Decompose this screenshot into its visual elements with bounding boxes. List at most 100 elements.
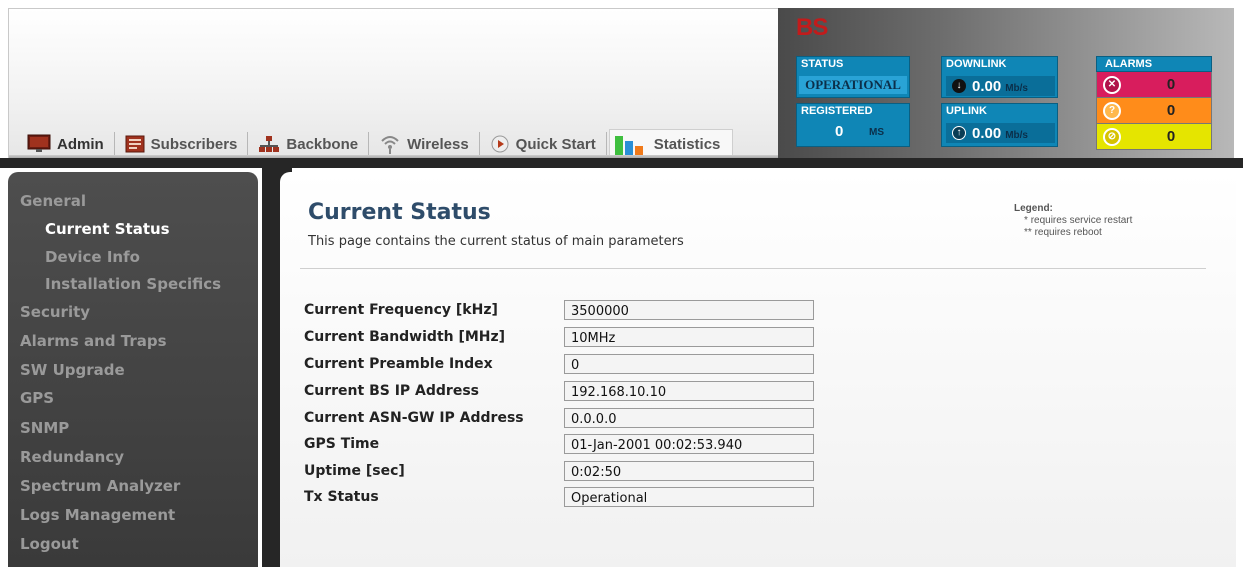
registered-unit: MS [869,127,884,138]
field-value-uptime: 0:02:50 [564,461,814,481]
field-label-tx-status: Tx Status [304,489,379,505]
tab-divider [368,132,370,156]
tab-divider [113,132,115,156]
tab-divider [605,132,607,156]
alarm-minor-row[interactable]: ⊘ 0 [1096,124,1212,150]
field-value-preamble: 0 [564,354,814,374]
tab-divider [247,132,249,156]
legend-mark-double: ** [1024,227,1032,238]
alarm-critical-row[interactable]: ✕ 0 [1096,72,1212,98]
sidebar-item-spectrum-analyzer[interactable]: Spectrum Analyzer [20,477,180,495]
device-status-panel: BS STATUS OPERATIONAL REGISTERED 0 MS DO… [778,8,1234,158]
legend-mark-single: * [1024,215,1028,226]
field-value-tx-status: Operational [564,487,814,507]
downlink-arrow-icon: ↓ [952,79,966,93]
main-content: Current Status This page contains the cu… [280,172,1236,567]
sidebar-item-logs-management[interactable]: Logs Management [20,506,175,524]
legend-line-service-restart: * requires service restart [1014,215,1132,227]
alarm-major-count: 0 [1166,102,1176,119]
uplink-box: UPLINK ↑ 0.00 Mb/s [941,103,1058,147]
legend-title: Legend: [1014,203,1053,214]
registered-count: 0 [835,123,844,140]
alarm-minor-count: 0 [1166,128,1176,145]
field-label-frequency: Current Frequency [kHz] [304,302,498,318]
legend-text-reboot: requires reboot [1034,227,1102,238]
alarms-box[interactable]: ALARMS ✕ 0 ? 0 ⊘ 0 [1096,56,1212,150]
legend-line-reboot: ** requires reboot [1014,227,1132,239]
tab-admin[interactable]: Admin [19,129,112,159]
downlink-rate: ↓ 0.00 Mb/s [946,76,1055,96]
field-label-preamble: Current Preamble Index [304,356,493,372]
major-question-icon: ? [1103,101,1121,120]
tab-wireless[interactable]: Wireless [371,129,477,159]
field-value-gps-time: 01-Jan-2001 00:02:53.940 [564,434,814,454]
sidebar-item-snmp[interactable]: SNMP [20,419,69,437]
tab-label-admin: Admin [57,135,104,153]
tab-label-subscribers: Subscribers [150,135,238,153]
uplink-rate: ↑ 0.00 Mb/s [946,123,1055,143]
status-label: STATUS [801,58,844,70]
uplink-value: 0.00 [972,124,1002,142]
header-banner: Admin Subscribers Backbone Wireless Quic… [8,8,779,160]
field-value-bs-ip: 192.168.10.10 [564,381,814,401]
downlink-label: DOWNLINK [946,58,1007,70]
registered-label: REGISTERED [801,105,873,117]
sidebar-item-alarms-and-traps[interactable]: Alarms and Traps [20,332,167,350]
sidebar-item-sw-upgrade[interactable]: SW Upgrade [20,361,125,379]
sidebar-item-gps[interactable]: GPS [20,389,54,407]
alarm-major-row[interactable]: ? 0 [1096,98,1212,124]
sidebar-item-redundancy[interactable]: Redundancy [20,448,124,466]
sidebar-item-general[interactable]: General [20,192,86,210]
field-label-gps-time: GPS Time [304,436,380,452]
sidebar-item-installation-specifics[interactable]: Installation Specifics [45,275,221,293]
play-icon [491,135,509,153]
field-value-asn-gw-ip: 0.0.0.0 [564,408,814,428]
status-value: OPERATIONAL [799,76,907,94]
field-label-bs-ip: Current BS IP Address [304,383,479,399]
tab-backbone[interactable]: Backbone [250,129,366,159]
field-label-uptime: Uptime [sec] [304,463,405,479]
main-tabs: Admin Subscribers Backbone Wireless Quic… [19,127,734,161]
legend-text-service-restart: requires service restart [1030,215,1133,226]
field-label-bandwidth: Current Bandwidth [MHz] [304,329,506,345]
bar-chart-icon [614,135,643,158]
sidebar-item-logout[interactable]: Logout [20,535,79,553]
field-value-bandwidth: 10MHz [564,327,814,347]
wireless-icon [381,136,399,154]
tab-label-quick-start: Quick Start [515,135,596,153]
field-value-frequency: 3500000 [564,300,814,320]
field-label-asn-gw-ip: Current ASN-GW IP Address [304,410,524,426]
sidebar-item-device-info[interactable]: Device Info [45,248,140,266]
tab-subscribers[interactable]: Subscribers [117,129,246,159]
minor-slash-icon: ⊘ [1103,127,1121,146]
sidebar-item-current-status[interactable]: Current Status [45,220,170,238]
page-description: This page contains the current status of… [308,234,684,249]
tab-label-statistics: Statistics [653,136,721,153]
alarms-label: ALARMS [1096,56,1212,72]
uplink-arrow-icon: ↑ [952,126,966,140]
downlink-unit: Mb/s [1005,82,1028,94]
tab-label-backbone: Backbone [286,135,359,153]
alarm-critical-count: 0 [1166,76,1176,93]
content-divider [300,268,1206,269]
sidebar-nav: General Current Status Device Info Insta… [8,172,258,567]
downlink-value: 0.00 [972,77,1002,95]
tab-label-wireless: Wireless [407,135,469,153]
device-title: BS [796,14,828,41]
downlink-box: DOWNLINK ↓ 0.00 Mb/s [941,56,1058,98]
critical-x-icon: ✕ [1103,75,1121,94]
backbone-icon [259,136,280,152]
tab-statistics[interactable]: Statistics [608,128,734,160]
legend: Legend: * requires service restart ** re… [1014,203,1132,239]
status-box: STATUS OPERATIONAL [796,56,910,98]
uplink-unit: Mb/s [1005,129,1028,141]
tab-quick-start[interactable]: Quick Start [482,129,604,159]
monitor-icon [27,134,51,152]
sidebar-item-security[interactable]: Security [20,303,90,321]
tab-divider [478,132,480,156]
page-title: Current Status [308,200,491,225]
subscribers-icon [125,135,145,153]
registered-box: REGISTERED 0 MS [796,103,910,147]
uplink-label: UPLINK [946,105,987,117]
header-divider-bar [0,158,1243,168]
